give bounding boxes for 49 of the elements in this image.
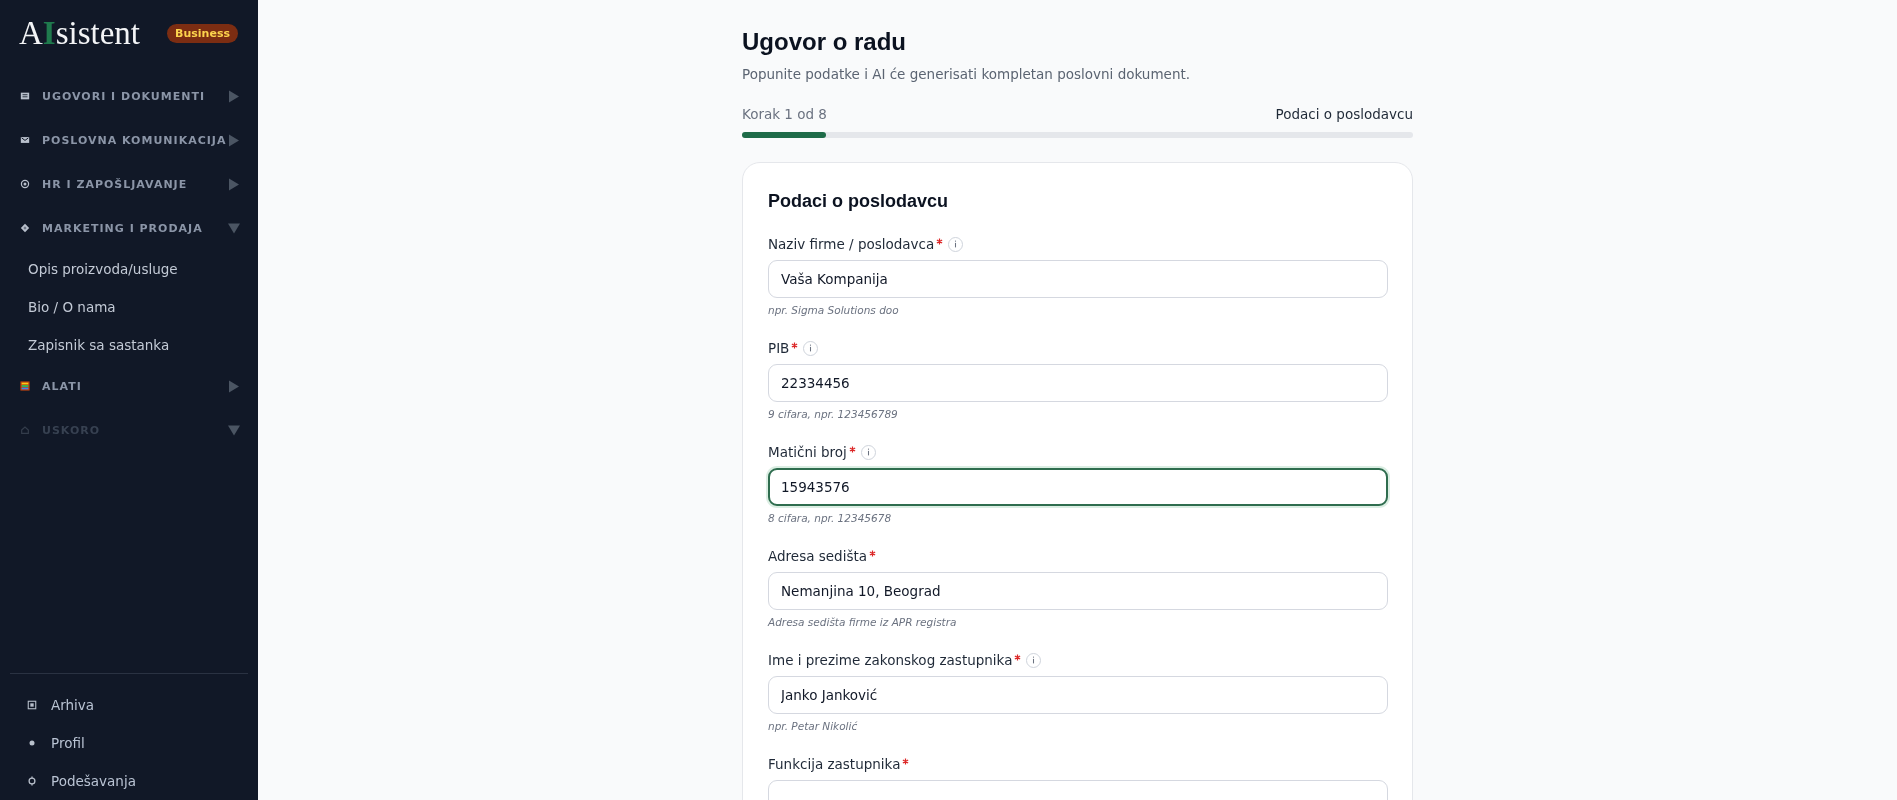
field-label: Funkcija zastupnika <box>768 756 901 772</box>
nav-item[interactable]: Podešavanja <box>10 762 248 800</box>
nav-category[interactable]: POSLOVNA KOMUNIKACIJA <box>0 118 258 162</box>
step-name: Podaci o poslodavcu <box>1275 106 1413 122</box>
caret-right-icon <box>228 379 240 393</box>
nav-category[interactable]: UGOVORI I DOKUMENTI <box>0 74 258 118</box>
field-label: Naziv firme / poslodavca <box>768 236 935 252</box>
abacus-icon <box>20 381 30 391</box>
caret-right-icon <box>228 177 240 191</box>
page-title: Ugovor o radu <box>742 28 907 56</box>
field-label: PIB <box>768 340 790 356</box>
caret-down-icon <box>228 423 240 437</box>
nav-category[interactable]: ALATI <box>0 364 258 408</box>
field-hint: Adresa sedišta firme iz APR registra <box>768 616 958 628</box>
nav-item[interactable]: Arhiva <box>10 686 248 724</box>
section-title: Podaci o poslodavcu <box>768 191 950 212</box>
plan-badge: Business <box>167 23 238 43</box>
field-label: Ime i prezime zakonskog zastupnika <box>768 652 1013 668</box>
step-counter: Korak 1 od 8 <box>742 106 827 122</box>
dot-icon <box>27 738 37 748</box>
field-hint: npr. Petar Nikolić <box>768 720 859 732</box>
input-field[interactable]: 15943576 <box>768 468 1388 506</box>
nav-item[interactable]: Bio / O nama <box>0 288 258 326</box>
input-field[interactable]: Janko Janković <box>768 676 1388 714</box>
input-field[interactable]: Nemanjina 10, Beograd <box>768 572 1388 610</box>
document-icon <box>20 91 30 101</box>
nav-item[interactable]: Zapisnik sa sastanka <box>0 326 258 364</box>
page-subtitle: Popunite podatke i AI će generisati kompletan poslovni dokument. <box>742 66 1192 82</box>
square-icon <box>27 700 37 710</box>
input-field[interactable]: Vaša Kompanija <box>768 260 1388 298</box>
nav-category[interactable]: HR I ZAPOŠLJAVANJE <box>0 162 258 206</box>
field-label: Adresa sedišta <box>768 548 867 564</box>
logo[interactable]: AIsistent <box>19 16 141 50</box>
input-field[interactable]: 22334456 <box>768 364 1388 402</box>
field-hint: npr. Sigma Solutions doo <box>768 304 900 316</box>
envelope-icon <box>20 135 30 145</box>
caret-down-icon <box>228 221 240 235</box>
caret-right-icon <box>228 133 240 147</box>
caret-right-icon <box>228 89 240 103</box>
field-hint: 8 cifara, npr. 12345678 <box>768 512 893 524</box>
field-label: Matični broj <box>768 444 847 460</box>
nav-item[interactable]: Profil <box>10 724 248 762</box>
house-icon <box>20 425 30 435</box>
settings-icon <box>27 776 37 786</box>
diamond-icon <box>20 223 30 233</box>
nav-item[interactable]: Opis proizvoda/usluge <box>0 250 258 288</box>
target-icon <box>20 179 30 189</box>
field-hint: 9 cifara, npr. 123456789 <box>768 408 899 420</box>
nav-category[interactable]: MARKETING I PRODAJA <box>0 206 258 250</box>
